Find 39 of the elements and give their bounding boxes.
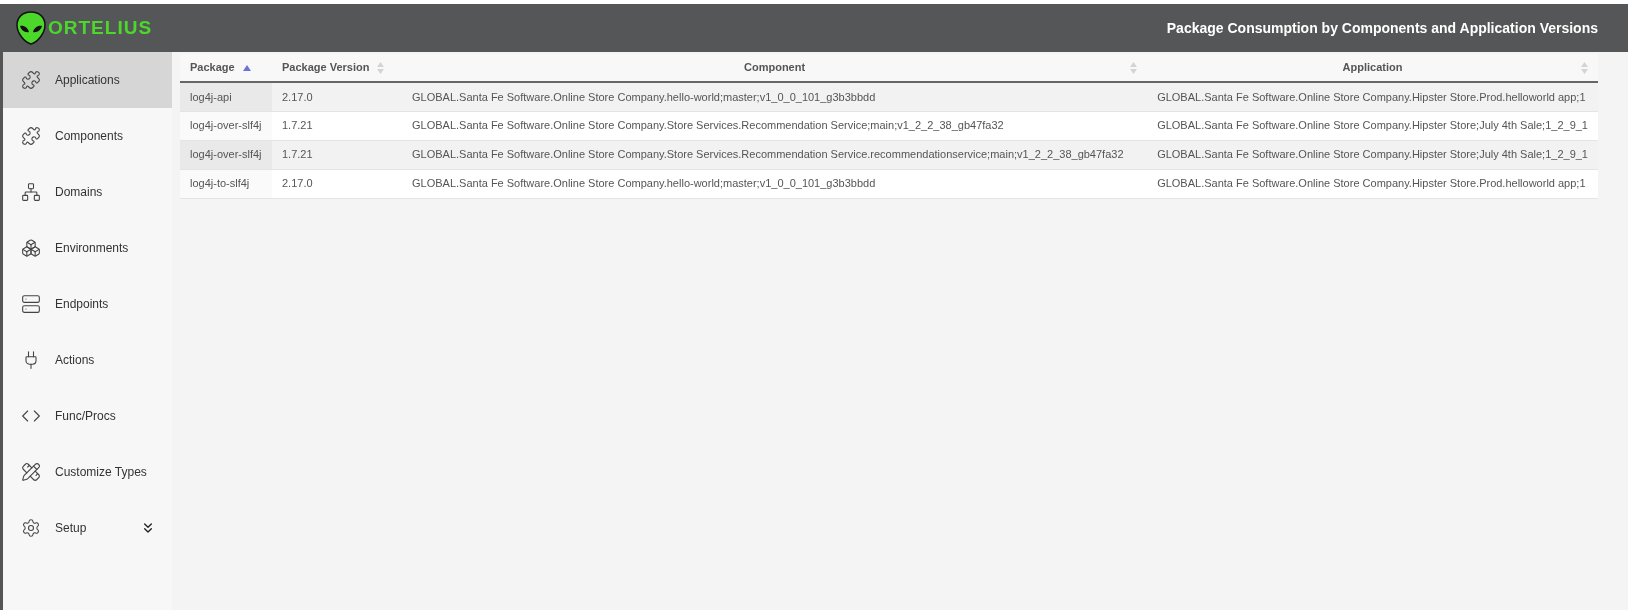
table-cell: GLOBAL.Santa Fe Software.Online Store Company.hello-world;master;v1_0_0_101_g3b3bbdd (402, 169, 1148, 198)
settings-icon (21, 518, 41, 538)
table-cell: log4j-over-slf4j (180, 111, 272, 140)
puzzle-icon (21, 126, 41, 146)
sidebar-item[interactable]: Actions (3, 332, 172, 388)
table-cell: log4j-over-slf4j (180, 140, 272, 169)
table-cell: 1.7.21 (272, 140, 402, 169)
table-cell: GLOBAL.Santa Fe Software.Online Store Company.hello-world;master;v1_0_0_101_g3b3bbdd (402, 82, 1148, 111)
table-cell: GLOBAL.Santa Fe Software.Online Store Company.Store Services.Recommendation Service.recommendationservice;main;v1_2_2_38_gb47fa32 (402, 140, 1148, 169)
table-cell: 1.7.21 (272, 111, 402, 140)
logo-text: ORTELIUS (48, 15, 153, 40)
server-icon (21, 294, 41, 314)
hierarchy-icon (21, 182, 41, 202)
table-cell: GLOBAL.Santa Fe Software.Online Store Company.Hipster Store;July 4th Sale;1_2_9_1 (1147, 140, 1598, 169)
table-cell: 2.17.0 (272, 169, 402, 198)
table-cell: log4j-api (180, 82, 272, 111)
column-header[interactable]: Application (1147, 54, 1598, 82)
table-cell: GLOBAL.Santa Fe Software.Online Store Company.Store Services.Recommendation Service;main;v1_2_2_38_gb47fa32 (402, 111, 1148, 140)
sidebar-item[interactable]: Customize Types (3, 444, 172, 500)
puzzle-icon (21, 70, 41, 90)
sidebar-item[interactable]: Setup (3, 500, 172, 556)
sidebar-item[interactable]: Endpoints (3, 276, 172, 332)
pencil-ruler-icon (21, 462, 41, 482)
column-header[interactable]: Package (180, 54, 272, 82)
sidebar-item[interactable]: Domains (3, 164, 172, 220)
boxes-icon (21, 238, 41, 258)
sidebar-item[interactable]: Environments (3, 220, 172, 276)
sidebar-item[interactable]: Applications (3, 52, 172, 108)
sidebar-item[interactable]: Func/Procs (3, 388, 172, 444)
column-header[interactable]: Component (402, 54, 1148, 82)
table-cell: 2.17.0 (272, 82, 402, 111)
page-title: Package Consumption by Components and Application Versions (1166, 18, 1598, 38)
alien-logo-icon (16, 11, 46, 45)
table-cell: GLOBAL.Santa Fe Software.Online Store Company.Hipster Store;July 4th Sale;1_2_9_1 (1147, 111, 1598, 140)
table-cell: GLOBAL.Santa Fe Software.Online Store Company.Hipster Store.Prod.helloworld app;1 (1147, 82, 1598, 111)
table-cell: log4j-to-slf4j (180, 169, 272, 198)
column-header[interactable]: Package Version (272, 54, 402, 82)
table-cell: GLOBAL.Santa Fe Software.Online Store Company.Hipster Store.Prod.helloworld app;1 (1147, 169, 1598, 198)
sidebar-item[interactable]: Components (3, 108, 172, 164)
